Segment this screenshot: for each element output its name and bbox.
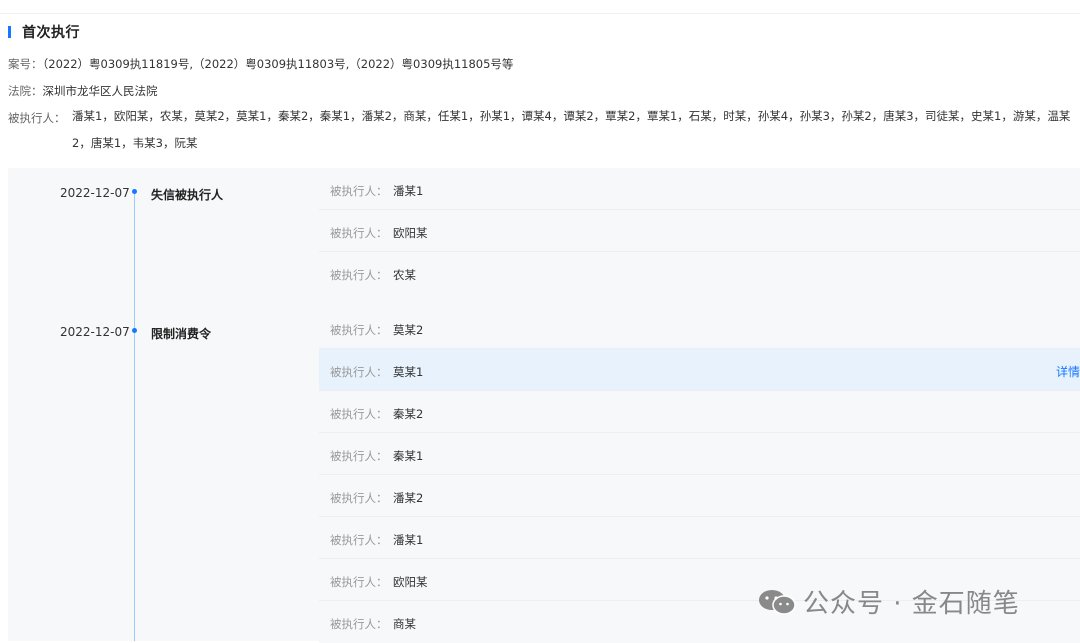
row-name: 秦某2 xyxy=(393,407,424,421)
court-label: 法院： xyxy=(8,84,43,98)
timeline-row[interactable]: 被执行人： 潘某1 xyxy=(319,517,1080,559)
row-name: 莫某2 xyxy=(393,323,424,337)
timeline-row[interactable]: 被执行人： 农某 xyxy=(319,252,1080,294)
row-name: 欧阳某 xyxy=(393,575,428,589)
timeline-rows: 被执行人： 潘某1 被执行人： 欧阳某 被执行人： 农某 xyxy=(319,168,1080,294)
timeline-type: 限制消费令 xyxy=(151,327,212,341)
timeline-row[interactable]: 被执行人： 莫某2 xyxy=(319,307,1080,349)
timeline-axis xyxy=(134,190,135,641)
top-divider xyxy=(0,13,1080,14)
row-name: 潘某1 xyxy=(393,533,424,547)
timeline-row[interactable]: 被执行人： 秦某2 xyxy=(319,391,1080,433)
timeline-row[interactable]: 被执行人： 欧阳某 xyxy=(319,210,1080,252)
row-label: 被执行人： xyxy=(330,226,388,240)
timeline-row[interactable]: 被执行人： 秦某1 xyxy=(319,433,1080,475)
timeline-dot xyxy=(132,328,137,333)
timeline-row-highlighted[interactable]: 被执行人： 莫某1 详情 xyxy=(319,349,1080,391)
timeline-row[interactable]: 被执行人： 潘某1 xyxy=(319,168,1080,210)
timeline-type: 失信被执行人 xyxy=(151,188,224,202)
wechat-icon xyxy=(759,589,796,615)
executed-persons-label: 被执行人： xyxy=(8,111,66,125)
row-label: 被执行人： xyxy=(330,184,388,198)
row-name: 商某 xyxy=(393,617,416,631)
court-row: 法院：深圳市龙华区人民法院 xyxy=(8,83,158,99)
row-name: 潘某2 xyxy=(393,491,424,505)
row-label: 被执行人： xyxy=(330,575,388,589)
case-number-row: 案号：（2022）粤0309执11819号,（2022）粤0309执11803号… xyxy=(8,56,513,72)
executed-persons-value: 潘某1，欧阳某，农某，莫某2，莫某1，秦某2，秦某1，潘某2，商某，任某1，孙某… xyxy=(72,109,1071,150)
section-title: 首次执行 xyxy=(22,25,80,41)
watermark: 公众号 · 金石随笔 xyxy=(757,583,1020,620)
detail-link[interactable]: 详情 xyxy=(1056,363,1080,380)
row-label: 被执行人： xyxy=(330,365,388,379)
timeline-row[interactable]: 被执行人： 潘某2 xyxy=(319,475,1080,517)
case-number-value: （2022）粤0309执11819号,（2022）粤0309执11803号,（2… xyxy=(42,57,514,71)
row-label: 被执行人： xyxy=(330,449,388,463)
section-header: 首次执行 xyxy=(8,24,80,41)
row-label: 被执行人： xyxy=(330,407,388,421)
row-name: 潘某1 xyxy=(393,184,424,198)
row-label: 被执行人： xyxy=(330,491,388,505)
section-accent-bar xyxy=(8,26,11,38)
row-name: 农某 xyxy=(393,268,416,282)
row-label: 被执行人： xyxy=(330,617,388,631)
court-value: 深圳市龙华区人民法院 xyxy=(42,84,158,98)
timeline-date: 2022-12-07 xyxy=(60,186,130,200)
row-name: 欧阳某 xyxy=(393,226,428,240)
watermark-text: 公众号 · 金石随笔 xyxy=(803,589,1020,619)
row-name: 莫某1 xyxy=(393,365,424,379)
row-name: 秦某1 xyxy=(393,449,424,463)
timeline-dot xyxy=(132,189,137,194)
row-label: 被执行人： xyxy=(330,323,388,337)
executed-persons-row: 被执行人： 潘某1，欧阳某，农某，莫某2，莫某1，秦某2，秦某1，潘某2，商某，… xyxy=(8,109,1080,157)
case-number-label: 案号： xyxy=(8,57,43,71)
row-label: 被执行人： xyxy=(330,533,388,547)
row-label: 被执行人： xyxy=(330,268,388,282)
timeline-date: 2022-12-07 xyxy=(60,325,130,339)
timeline-panel: 2022-12-07 失信被执行人 被执行人： 潘某1 被执行人： 欧阳某 被执… xyxy=(8,168,1080,643)
